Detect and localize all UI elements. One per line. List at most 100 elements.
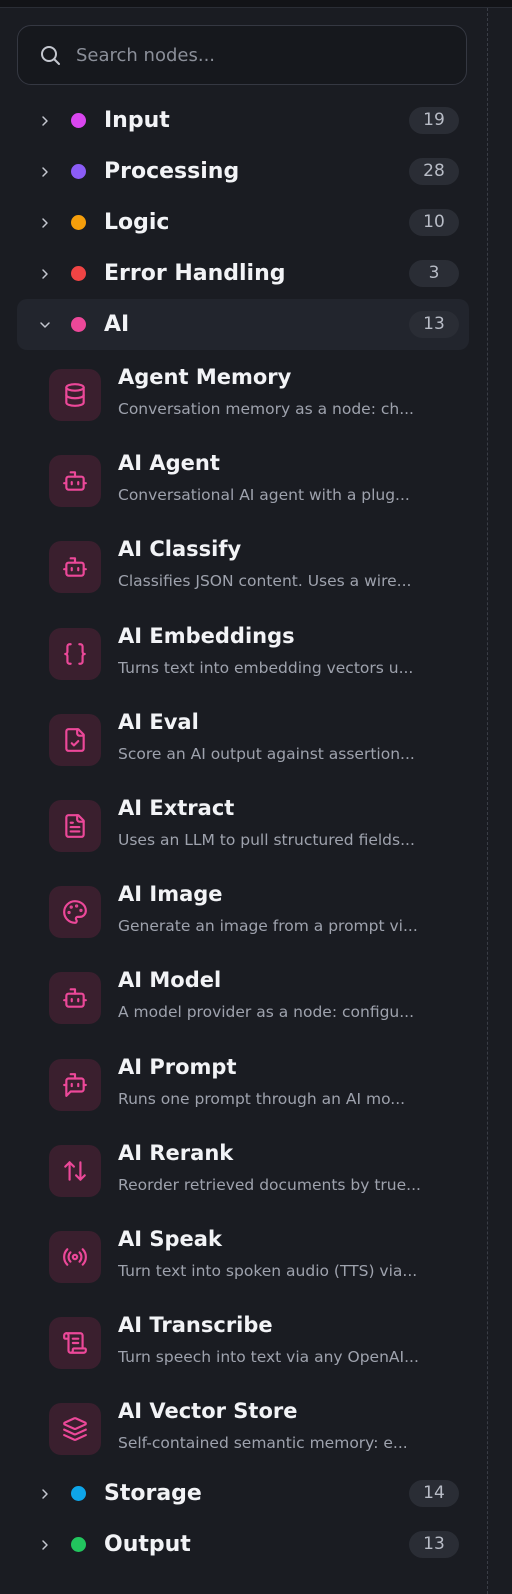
category-error-handling[interactable]: Error Handling 3: [17, 248, 469, 299]
category-processing[interactable]: Processing 28: [17, 146, 469, 197]
node-title: AI Agent: [118, 451, 220, 476]
node-icon-box: [49, 1403, 101, 1456]
node-item-ai-transcribe[interactable]: AI Transcribe Turn speech into text via …: [49, 1313, 459, 1403]
chevron-right-icon[interactable]: [37, 1486, 53, 1502]
category-color-dot: [71, 266, 86, 281]
chevron-right-icon[interactable]: [37, 266, 53, 282]
category-count-badge: 10: [409, 209, 459, 236]
node-title: Agent Memory: [118, 365, 292, 389]
category-count-badge: 19: [409, 107, 459, 134]
category-color-dot: [71, 215, 86, 230]
node-title: AI Classify: [118, 537, 242, 562]
node-icon-box: [49, 800, 101, 852]
bot-icon: [63, 471, 87, 491]
node-icon-box: [49, 1058, 101, 1111]
category-color-dot: [71, 1486, 86, 1501]
node-item-ai-image[interactable]: AI Image Generate an image from a prompt…: [49, 882, 459, 972]
chevron-right-icon[interactable]: [37, 113, 53, 129]
node-item-ai-embeddings[interactable]: AI Embeddings Turns text into embedding …: [49, 624, 459, 714]
node-title: AI Vector Store: [118, 1399, 298, 1424]
panel-divider: [487, 8, 489, 1594]
category-count-badge: 13: [409, 311, 459, 338]
category-label: Input: [104, 108, 170, 133]
chevron-right-icon[interactable]: [37, 215, 53, 231]
palette-icon: [63, 900, 87, 925]
node-icon-box: [49, 1317, 101, 1370]
database-icon: [65, 383, 85, 407]
category-logic[interactable]: Logic 10: [17, 197, 469, 248]
node-description: Conversation memory as a node: ch...: [118, 400, 414, 418]
node-description: Score an AI output against assertion...: [118, 744, 415, 763]
file-text-icon: [65, 814, 85, 838]
node-item-ai-classify[interactable]: AI Classify Classifies JSON content. Use…: [49, 537, 459, 627]
search-input[interactable]: [74, 43, 448, 67]
chevron-down-icon[interactable]: [37, 317, 53, 333]
search-icon: [41, 46, 60, 65]
scroll-text-icon: [63, 1332, 87, 1355]
bot-message-icon: [63, 1072, 87, 1097]
node-description: Generate an image from a prompt vi...: [118, 917, 418, 936]
node-title: AI Prompt: [118, 1054, 237, 1079]
category-color-dot: [71, 1537, 86, 1552]
radio-icon: [63, 1248, 87, 1266]
node-description: Classifies JSON content. Uses a wire...: [118, 572, 412, 591]
category-output[interactable]: Output 13: [17, 1519, 469, 1570]
category-color-dot: [71, 113, 86, 128]
category-ai[interactable]: AI 13: [17, 299, 469, 350]
file-check-icon: [65, 727, 85, 752]
node-description: Turns text into embedding vectors u...: [118, 658, 414, 677]
arrow-up-down-icon: [64, 1161, 86, 1181]
bot-icon: [63, 988, 87, 1009]
category-count-badge: 13: [409, 1531, 459, 1558]
node-icon-box: [49, 1231, 101, 1283]
category-storage[interactable]: Storage 14: [17, 1468, 469, 1519]
node-item-ai-extract[interactable]: AI Extract Uses an LLM to pull structure…: [49, 796, 459, 886]
node-description: Runs one prompt through an AI mo...: [118, 1089, 406, 1108]
node-item-ai-prompt[interactable]: AI Prompt Runs one prompt through an AI …: [49, 1055, 459, 1145]
node-description: Self-contained semantic memory: e...: [118, 1434, 408, 1453]
node-icon-box: [49, 455, 101, 508]
node-item-ai-speak[interactable]: AI Speak Turn text into spoken audio (TT…: [49, 1227, 459, 1317]
node-description: Turn text into spoken audio (TTS) via...: [118, 1262, 418, 1280]
node-title: AI Speak: [118, 1227, 222, 1251]
category-label: Output: [104, 1532, 191, 1557]
node-icon-box: [49, 972, 101, 1025]
node-icon-box: [49, 541, 101, 594]
category-label: Processing: [104, 159, 240, 184]
category-input[interactable]: Input 19: [17, 95, 469, 146]
category-label: Logic: [104, 210, 170, 235]
node-description: Reorder retrieved documents by true...: [118, 1175, 421, 1194]
node-title: AI Image: [118, 882, 223, 907]
node-title: AI Embeddings: [118, 623, 295, 648]
node-title: AI Extract: [118, 796, 235, 820]
node-title: AI Eval: [118, 709, 199, 734]
node-item-ai-rerank[interactable]: AI Rerank Reorder retrieved documents by…: [49, 1141, 459, 1231]
node-description: Turn speech into text via any OpenAI...: [118, 1348, 419, 1367]
node-icon-box: [49, 1144, 101, 1197]
node-title: AI Model: [118, 968, 222, 993]
node-description: A model provider as a node: configu...: [118, 1003, 415, 1022]
chevron-right-icon[interactable]: [37, 1537, 53, 1553]
node-item-ai-model[interactable]: AI Model A model provider as a node: con…: [49, 968, 459, 1058]
category-color-dot: [71, 164, 86, 179]
category-color-dot: [71, 317, 86, 332]
category-label: Storage: [104, 1481, 202, 1506]
node-icon-box: [49, 886, 101, 939]
node-icon-box: [49, 369, 101, 421]
node-icon-box: [49, 627, 101, 680]
chevron-right-icon[interactable]: [37, 164, 53, 180]
node-description: Uses an LLM to pull structured fields...: [118, 831, 415, 849]
node-item-agent-memory[interactable]: Agent Memory Conversation memory as a no…: [49, 365, 459, 455]
category-label: Error Handling: [104, 261, 286, 286]
node-description: Conversational AI agent with a plug...: [118, 486, 410, 505]
bot-icon: [63, 557, 87, 578]
top-bar: [0, 0, 512, 8]
node-title: AI Rerank: [118, 1140, 234, 1165]
node-item-ai-eval[interactable]: AI Eval Score an AI output against asser…: [49, 710, 459, 800]
layers-icon: [63, 1417, 87, 1442]
node-item-ai-agent[interactable]: AI Agent Conversational AI agent with a …: [49, 451, 459, 541]
category-label: AI: [104, 312, 130, 337]
braces-icon: [64, 642, 86, 665]
search-box[interactable]: [17, 25, 467, 85]
category-count-badge: 14: [409, 1480, 459, 1507]
